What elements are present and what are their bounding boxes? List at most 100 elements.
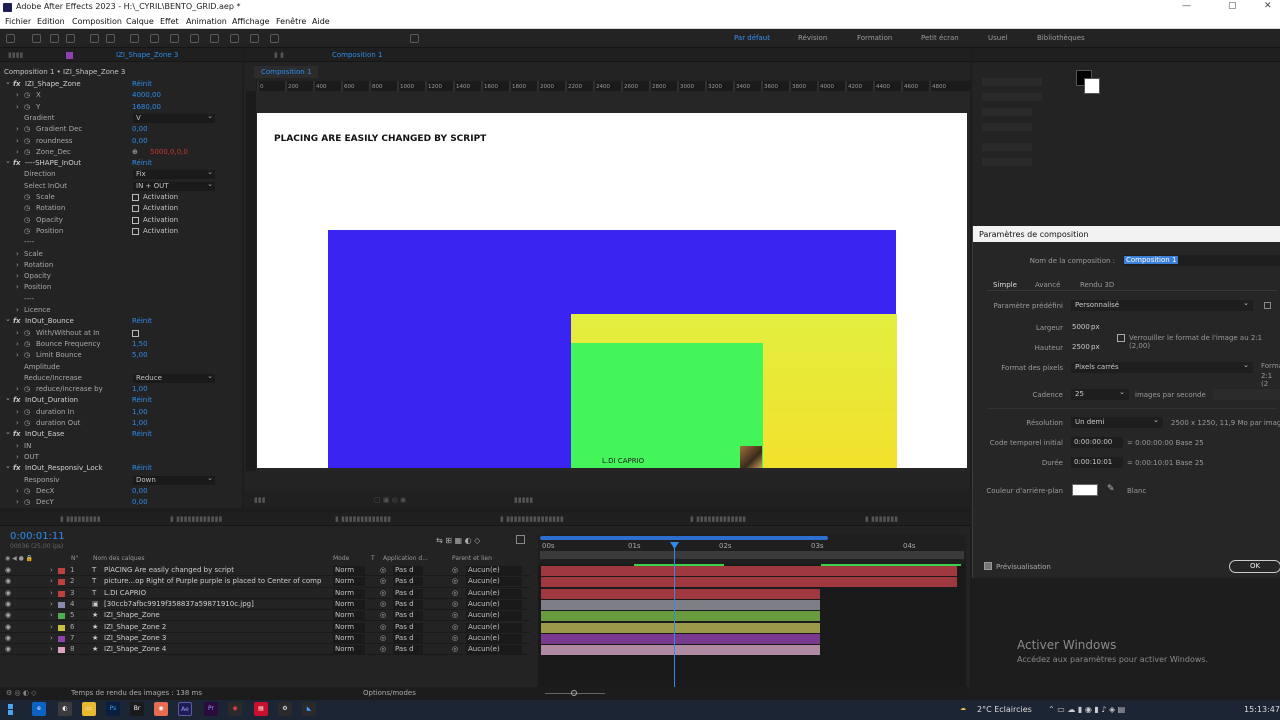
ok-button[interactable]: OK <box>1229 560 1280 573</box>
timeline-tab-2[interactable]: ▮ ▮▮▮▮▮▮▮▮▮▮▮▮ <box>170 515 222 523</box>
collapsed-arrow-icon[interactable]: › <box>16 102 19 113</box>
effect-dropdown[interactable]: Reduce <box>133 372 215 383</box>
effect-value[interactable]: 0,00 <box>132 136 148 147</box>
effect-row[interactable]: ⌄ fx InOut_Bounce Réinit <box>0 315 240 327</box>
expand-arrow-icon[interactable]: ⌄ <box>5 461 11 472</box>
menu-aide[interactable]: Aide <box>312 17 330 26</box>
effect-row[interactable]: Direction Fix <box>0 168 240 180</box>
drop-frame-select[interactable] <box>1213 389 1280 400</box>
reset-link[interactable]: Réinit <box>132 158 152 169</box>
timeline-tab-5[interactable]: ▮ ▮▮▮▮▮▮▮▮▮▮▮▮▮ <box>690 515 746 523</box>
crosshair-icon[interactable]: ⊕ <box>132 147 138 158</box>
after-effects-icon[interactable]: Ae <box>178 702 192 716</box>
timeline-tool-icons[interactable]: ⇆ ⊞ ▦ ◐ ◇ <box>436 536 480 545</box>
camera-select[interactable]: ▮▮▮▮▮ <box>514 496 533 504</box>
options-modes-toggle[interactable]: Options/modes <box>363 689 416 697</box>
viewer-option-icons[interactable]: ▢ ▣ ◎ ◉ <box>374 496 406 504</box>
collapsed-arrow-icon[interactable]: › <box>16 350 19 361</box>
effect-controls-tab[interactable]: IZI_Shape_Zone 3 <box>116 51 178 59</box>
effect-row[interactable]: Amplitude <box>0 362 240 373</box>
current-timecode[interactable]: 0:00:01:11 <box>10 531 65 542</box>
menu-fichier[interactable]: Fichier <box>5 17 31 26</box>
clock[interactable]: 15:13:47 <box>1244 705 1280 714</box>
time-ruler[interactable]: 00s 01s 02s 03s 04s <box>538 534 966 564</box>
puppet-tool-icon[interactable] <box>270 34 279 43</box>
eyedropper-icon[interactable]: ✎ <box>1107 484 1115 494</box>
collapsed-arrow-icon[interactable]: › <box>16 497 19 508</box>
collapsed-arrow-icon[interactable]: › <box>16 384 19 395</box>
resolution-select[interactable]: Un demi <box>1071 415 1163 428</box>
effect-row[interactable]: ⌄ fx IZI_Shape_Zone Réinit <box>0 78 240 90</box>
chrome-icon[interactable]: ◉ <box>228 702 242 716</box>
collapsed-arrow-icon[interactable]: › <box>16 136 19 147</box>
effect-row[interactable]: › Licence <box>0 305 240 316</box>
workspace-standard[interactable]: Usuel <box>988 34 1007 42</box>
collapsed-arrow-icon[interactable]: › <box>16 90 19 101</box>
effect-row[interactable]: › Scale <box>0 249 240 260</box>
project-tab[interactable]: ▮▮▮▮ <box>8 51 23 59</box>
menu-effet[interactable]: Effet <box>160 17 179 26</box>
media-icon[interactable]: ◉ <box>154 702 168 716</box>
layer-duration-bar[interactable] <box>541 588 820 599</box>
snapping-checkbox-icon[interactable] <box>410 34 419 43</box>
brush-tool-icon[interactable] <box>190 34 199 43</box>
effect-dropdown[interactable]: IN + OUT <box>133 180 215 191</box>
effect-row[interactable]: Select InOut IN + OUT <box>0 180 240 192</box>
frame-rate-select[interactable]: 25 <box>1071 387 1129 400</box>
reset-link[interactable]: Réinit <box>132 79 152 90</box>
collapsed-arrow-icon[interactable]: › <box>16 486 19 497</box>
effect-checkbox[interactable] <box>132 205 139 213</box>
layer-duration-bar[interactable] <box>541 645 820 656</box>
selection-tool-icon[interactable] <box>32 34 41 43</box>
workspace-review[interactable]: Révision <box>798 34 827 42</box>
bg-color-swatch[interactable] <box>1072 484 1098 496</box>
effect-dropdown[interactable]: Down <box>133 474 215 485</box>
effect-row[interactable]: › IN <box>0 441 240 452</box>
effect-row[interactable]: › ◷ Gradient Dec 0,00 <box>0 124 240 135</box>
photoshop-icon[interactable]: Ps <box>106 702 120 716</box>
height-value[interactable]: 2500 <box>1072 343 1090 351</box>
collapsed-arrow-icon[interactable]: › <box>16 147 19 158</box>
effect-row[interactable]: › ◷ With/Without at In <box>0 328 240 339</box>
menu-composition[interactable]: Composition <box>72 17 122 26</box>
effect-row[interactable]: › ◷ roundness 0,00 <box>0 136 240 147</box>
layer-duration-bar[interactable] <box>541 566 957 576</box>
effect-row[interactable]: › OUT <box>0 452 240 463</box>
text-tool-icon[interactable] <box>170 34 179 43</box>
duration-input[interactable]: 0:00:10:01 <box>1071 457 1123 468</box>
vscode-icon[interactable]: ◣ <box>302 702 316 716</box>
layer-duration-bar[interactable] <box>541 577 957 588</box>
pan-tool-icon[interactable] <box>106 34 115 43</box>
effect-row[interactable]: › ◷ DecX 0,00 <box>0 486 240 497</box>
explorer-icon[interactable]: ▭ <box>82 702 96 716</box>
browser-icon[interactable]: ◐ <box>58 702 72 716</box>
eraser-tool-icon[interactable] <box>230 34 239 43</box>
zoom-select[interactable]: ▮▮▮ <box>254 496 266 504</box>
effect-value[interactable]: 5,00 <box>132 350 148 361</box>
start-timecode-input[interactable]: 0:00:00:00 <box>1071 437 1123 448</box>
effect-dropdown[interactable]: V <box>133 112 215 123</box>
lock-aspect-checkbox[interactable] <box>1117 334 1125 342</box>
baseline-field[interactable] <box>982 158 1032 166</box>
collapsed-arrow-icon[interactable]: › <box>16 418 19 429</box>
layer-duration-bar[interactable] <box>541 611 820 622</box>
scale-field[interactable] <box>982 143 1032 151</box>
stamp-tool-icon[interactable] <box>210 34 219 43</box>
expand-arrow-icon[interactable]: ⌄ <box>5 393 11 404</box>
reset-link[interactable]: Réinit <box>132 395 152 406</box>
effect-value[interactable]: 1,00 <box>132 418 148 429</box>
effect-row[interactable]: › ◷ DecY 0,00 <box>0 497 240 508</box>
effect-checkbox[interactable] <box>132 194 139 201</box>
effect-value[interactable]: 0,00 <box>132 497 148 508</box>
width-value[interactable]: 5000 <box>1072 323 1090 331</box>
orbit-tool-icon[interactable] <box>90 34 99 43</box>
preview-checkbox[interactable] <box>984 562 992 570</box>
weather-text[interactable]: 2°C Eclaircies <box>977 705 1032 714</box>
composition-tab[interactable]: Composition 1 <box>332 51 382 59</box>
zoom-slider-thumb[interactable] <box>571 690 577 696</box>
effect-row[interactable]: Reduce/Increase Reduce <box>0 372 240 384</box>
comp-breadcrumb[interactable]: Composition 1 <box>254 66 319 78</box>
minimize-button[interactable]: — <box>1182 1 1191 11</box>
layer-duration-bar[interactable] <box>541 599 820 610</box>
layer-duration-bar[interactable] <box>541 633 820 644</box>
